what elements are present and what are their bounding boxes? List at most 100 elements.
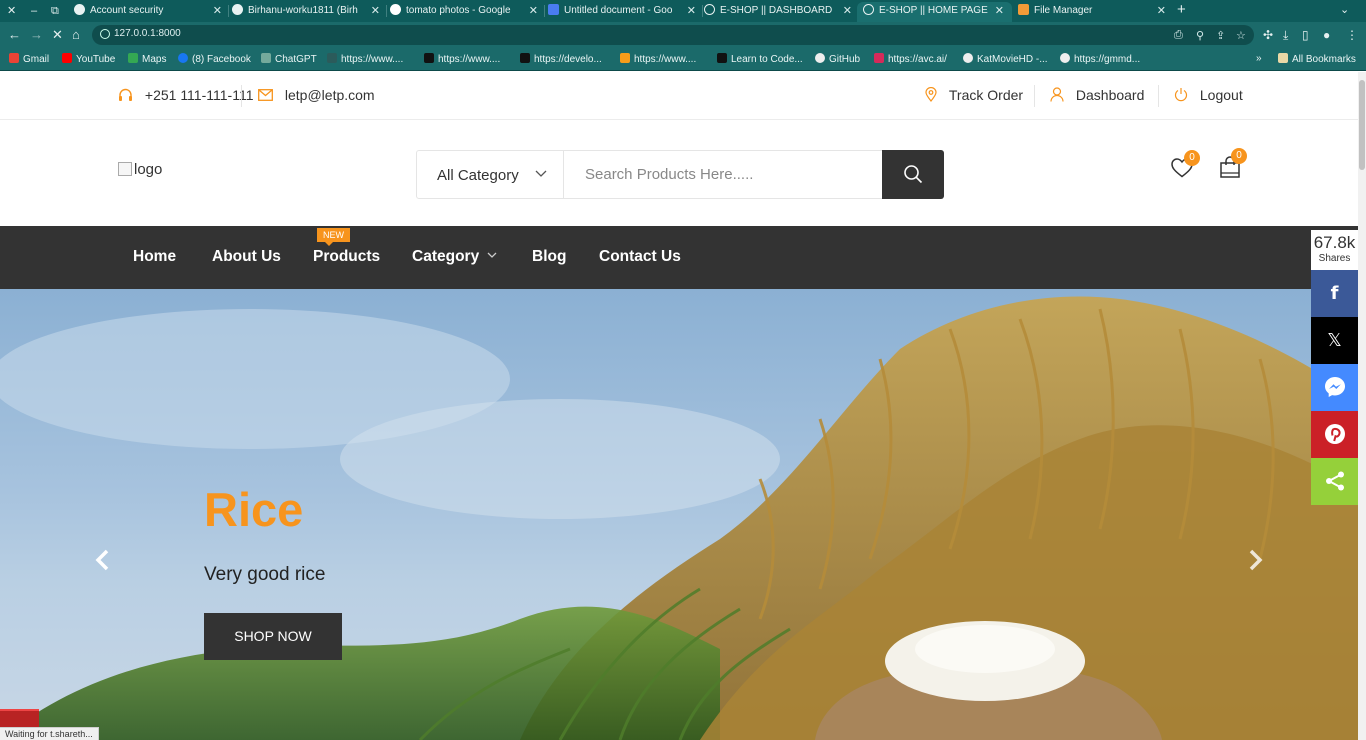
bookmark-github[interactable]: GitHub	[815, 53, 860, 65]
next-slide-arrow-icon[interactable]	[1248, 547, 1264, 578]
nav-about-us[interactable]: About Us	[212, 248, 281, 266]
tab-close-icon[interactable]: ✕	[687, 2, 696, 20]
share-more-button[interactable]	[1311, 458, 1358, 505]
site-header: logo All Category 0 0	[0, 120, 1358, 226]
share-count-number: 67.8k	[1313, 233, 1356, 252]
hero-title: Rice	[204, 483, 304, 536]
hero-slider: Rice Very good rice SHOP NOW	[0, 289, 1358, 740]
more-bookmarks-icon[interactable]: »	[1256, 53, 1262, 64]
nav-category[interactable]: Category	[412, 248, 497, 266]
previous-slide-arrow-icon[interactable]	[94, 547, 110, 578]
share-page-icon[interactable]: ⇪	[1216, 29, 1225, 42]
search-icon	[904, 165, 923, 184]
profile-avatar-icon[interactable]: ●	[1323, 28, 1330, 42]
forward-icon[interactable]: →	[30, 28, 43, 41]
url-text[interactable]: 127.0.0.1:8000	[114, 28, 181, 39]
extensions-icon[interactable]: ✣	[1263, 28, 1273, 42]
bookmark-youtube[interactable]: YouTube	[62, 53, 115, 65]
tab-title: File Manager	[1034, 5, 1093, 16]
bookmark-link[interactable]: https://develo...	[520, 53, 602, 65]
facebook-icon	[178, 53, 188, 63]
search-button[interactable]	[882, 150, 944, 199]
stop-loading-icon[interactable]: ✕	[52, 28, 63, 41]
downloads-icon[interactable]: ⤓	[1283, 28, 1288, 43]
browser-tab[interactable]: Birhanu-worku1811 (Birh ✕	[232, 2, 382, 22]
category-select[interactable]: All Category	[417, 151, 564, 198]
shop-now-button[interactable]: SHOP NOW	[204, 613, 342, 660]
envelope-icon	[258, 87, 277, 103]
tab-title: E-SHOP || HOME PAGE	[879, 5, 988, 16]
home-icon[interactable]: ⌂	[72, 28, 80, 41]
bookmark-link[interactable]: https://www....	[327, 53, 403, 65]
site-logo[interactable]: logo	[118, 161, 162, 178]
email-text: letp@letp.com	[284, 87, 375, 103]
site-icon	[874, 53, 884, 63]
maps-icon	[128, 53, 138, 63]
bookmark-gmail[interactable]: Gmail	[9, 53, 49, 65]
bookmark-learn-to-code[interactable]: Learn to Code...	[717, 53, 803, 65]
wishlist-count-badge: 0	[1184, 150, 1200, 166]
logout-link[interactable]: Logout	[1174, 87, 1243, 103]
all-bookmarks[interactable]: All Bookmarks	[1278, 53, 1356, 65]
google-docs-icon	[548, 4, 559, 15]
search-bar: All Category	[416, 150, 944, 199]
browser-menu-icon[interactable]: ⋮	[1346, 28, 1358, 42]
dashboard-link[interactable]: Dashboard	[1050, 87, 1144, 103]
email-contact[interactable]: letp@letp.com	[258, 87, 375, 103]
zoom-icon[interactable]: ⚲	[1196, 29, 1204, 42]
share-sidebar: 67.8k Shares f 𝕏	[1311, 230, 1358, 505]
browser-tab-bar: ✕ – ⧉ Account security ✕ Birhanu-worku18…	[0, 0, 1366, 22]
bookmark-star-icon[interactable]: ☆	[1236, 29, 1246, 42]
address-toolbar: ← → ✕ ⌂ 127.0.0.1:8000 ⎙ ⚲ ⇪ ☆ ✣ ⤓ ▯ ● ⋮	[0, 22, 1366, 48]
browser-tab[interactable]: tomato photos - Google ✕	[390, 2, 540, 22]
back-icon[interactable]: ←	[8, 28, 21, 41]
play-icon	[620, 53, 630, 63]
tab-close-icon[interactable]: ✕	[529, 2, 538, 20]
install-app-icon[interactable]: ⎙	[1174, 29, 1183, 42]
side-panel-icon[interactable]: ▯	[1302, 28, 1309, 42]
search-input[interactable]	[565, 151, 882, 198]
nav-products[interactable]: Products	[313, 248, 380, 266]
github-icon	[232, 4, 243, 15]
site-info-icon[interactable]	[100, 29, 110, 39]
bookmark-facebook[interactable]: (8) Facebook	[178, 53, 251, 65]
bookmark-maps[interactable]: Maps	[128, 53, 166, 65]
track-order-link[interactable]: Track Order	[925, 86, 1023, 103]
share-x-button[interactable]: 𝕏	[1311, 317, 1358, 364]
wishlist-button[interactable]: 0	[1171, 150, 1200, 182]
tab-close-icon[interactable]: ✕	[1157, 2, 1166, 20]
window-minimize-icon[interactable]: –	[31, 4, 37, 18]
scrollbar-thumb[interactable]	[1359, 80, 1365, 170]
browser-tab-active[interactable]: E-SHOP || HOME PAGE ✕	[857, 2, 1012, 22]
bookmark-link[interactable]: https://www....	[620, 53, 696, 65]
phone-text: +251 111-111-111	[144, 87, 254, 103]
nav-blog[interactable]: Blog	[532, 248, 566, 266]
tab-close-icon[interactable]: ✕	[843, 2, 852, 20]
browser-tab[interactable]: Untitled document - Goo ✕	[548, 2, 698, 22]
tab-close-icon[interactable]: ✕	[213, 2, 222, 20]
bookmark-link[interactable]: https://avc.ai/	[874, 53, 947, 65]
tab-list-chevron-icon[interactable]: ⌄	[1340, 3, 1349, 16]
nav-contact-us[interactable]: Contact Us	[599, 248, 681, 266]
bookmark-link[interactable]: KatMovieHD -...	[963, 53, 1048, 65]
tab-close-icon[interactable]: ✕	[995, 2, 1004, 20]
nav-home[interactable]: Home	[133, 248, 176, 266]
new-tab-icon[interactable]: +	[1177, 1, 1186, 18]
tab-close-icon[interactable]: ✕	[371, 2, 380, 20]
share-pinterest-button[interactable]	[1311, 411, 1358, 458]
browser-tab[interactable]: Account security ✕	[74, 2, 224, 22]
bookmark-chatgpt[interactable]: ChatGPT	[261, 53, 317, 65]
category-select-value: All Category	[437, 167, 519, 184]
browser-tab[interactable]: File Manager ✕	[1018, 2, 1168, 22]
page-scrollbar[interactable]	[1358, 72, 1366, 740]
url-bar[interactable]: 127.0.0.1:8000 ⎙ ⚲ ⇪ ☆	[92, 25, 1254, 45]
window-close-icon[interactable]: ✕	[7, 4, 16, 18]
share-facebook-button[interactable]: f	[1311, 270, 1358, 317]
window-restore-icon[interactable]: ⧉	[51, 4, 59, 18]
cart-button[interactable]: 0	[1220, 148, 1247, 180]
debugbar-icon[interactable]	[0, 709, 39, 727]
browser-tab[interactable]: E-SHOP || DASHBOARD ✕	[704, 2, 854, 22]
bookmark-link[interactable]: https://gmmd...	[1060, 53, 1140, 65]
share-messenger-button[interactable]	[1311, 364, 1358, 411]
bookmark-link[interactable]: https://www....	[424, 53, 500, 65]
